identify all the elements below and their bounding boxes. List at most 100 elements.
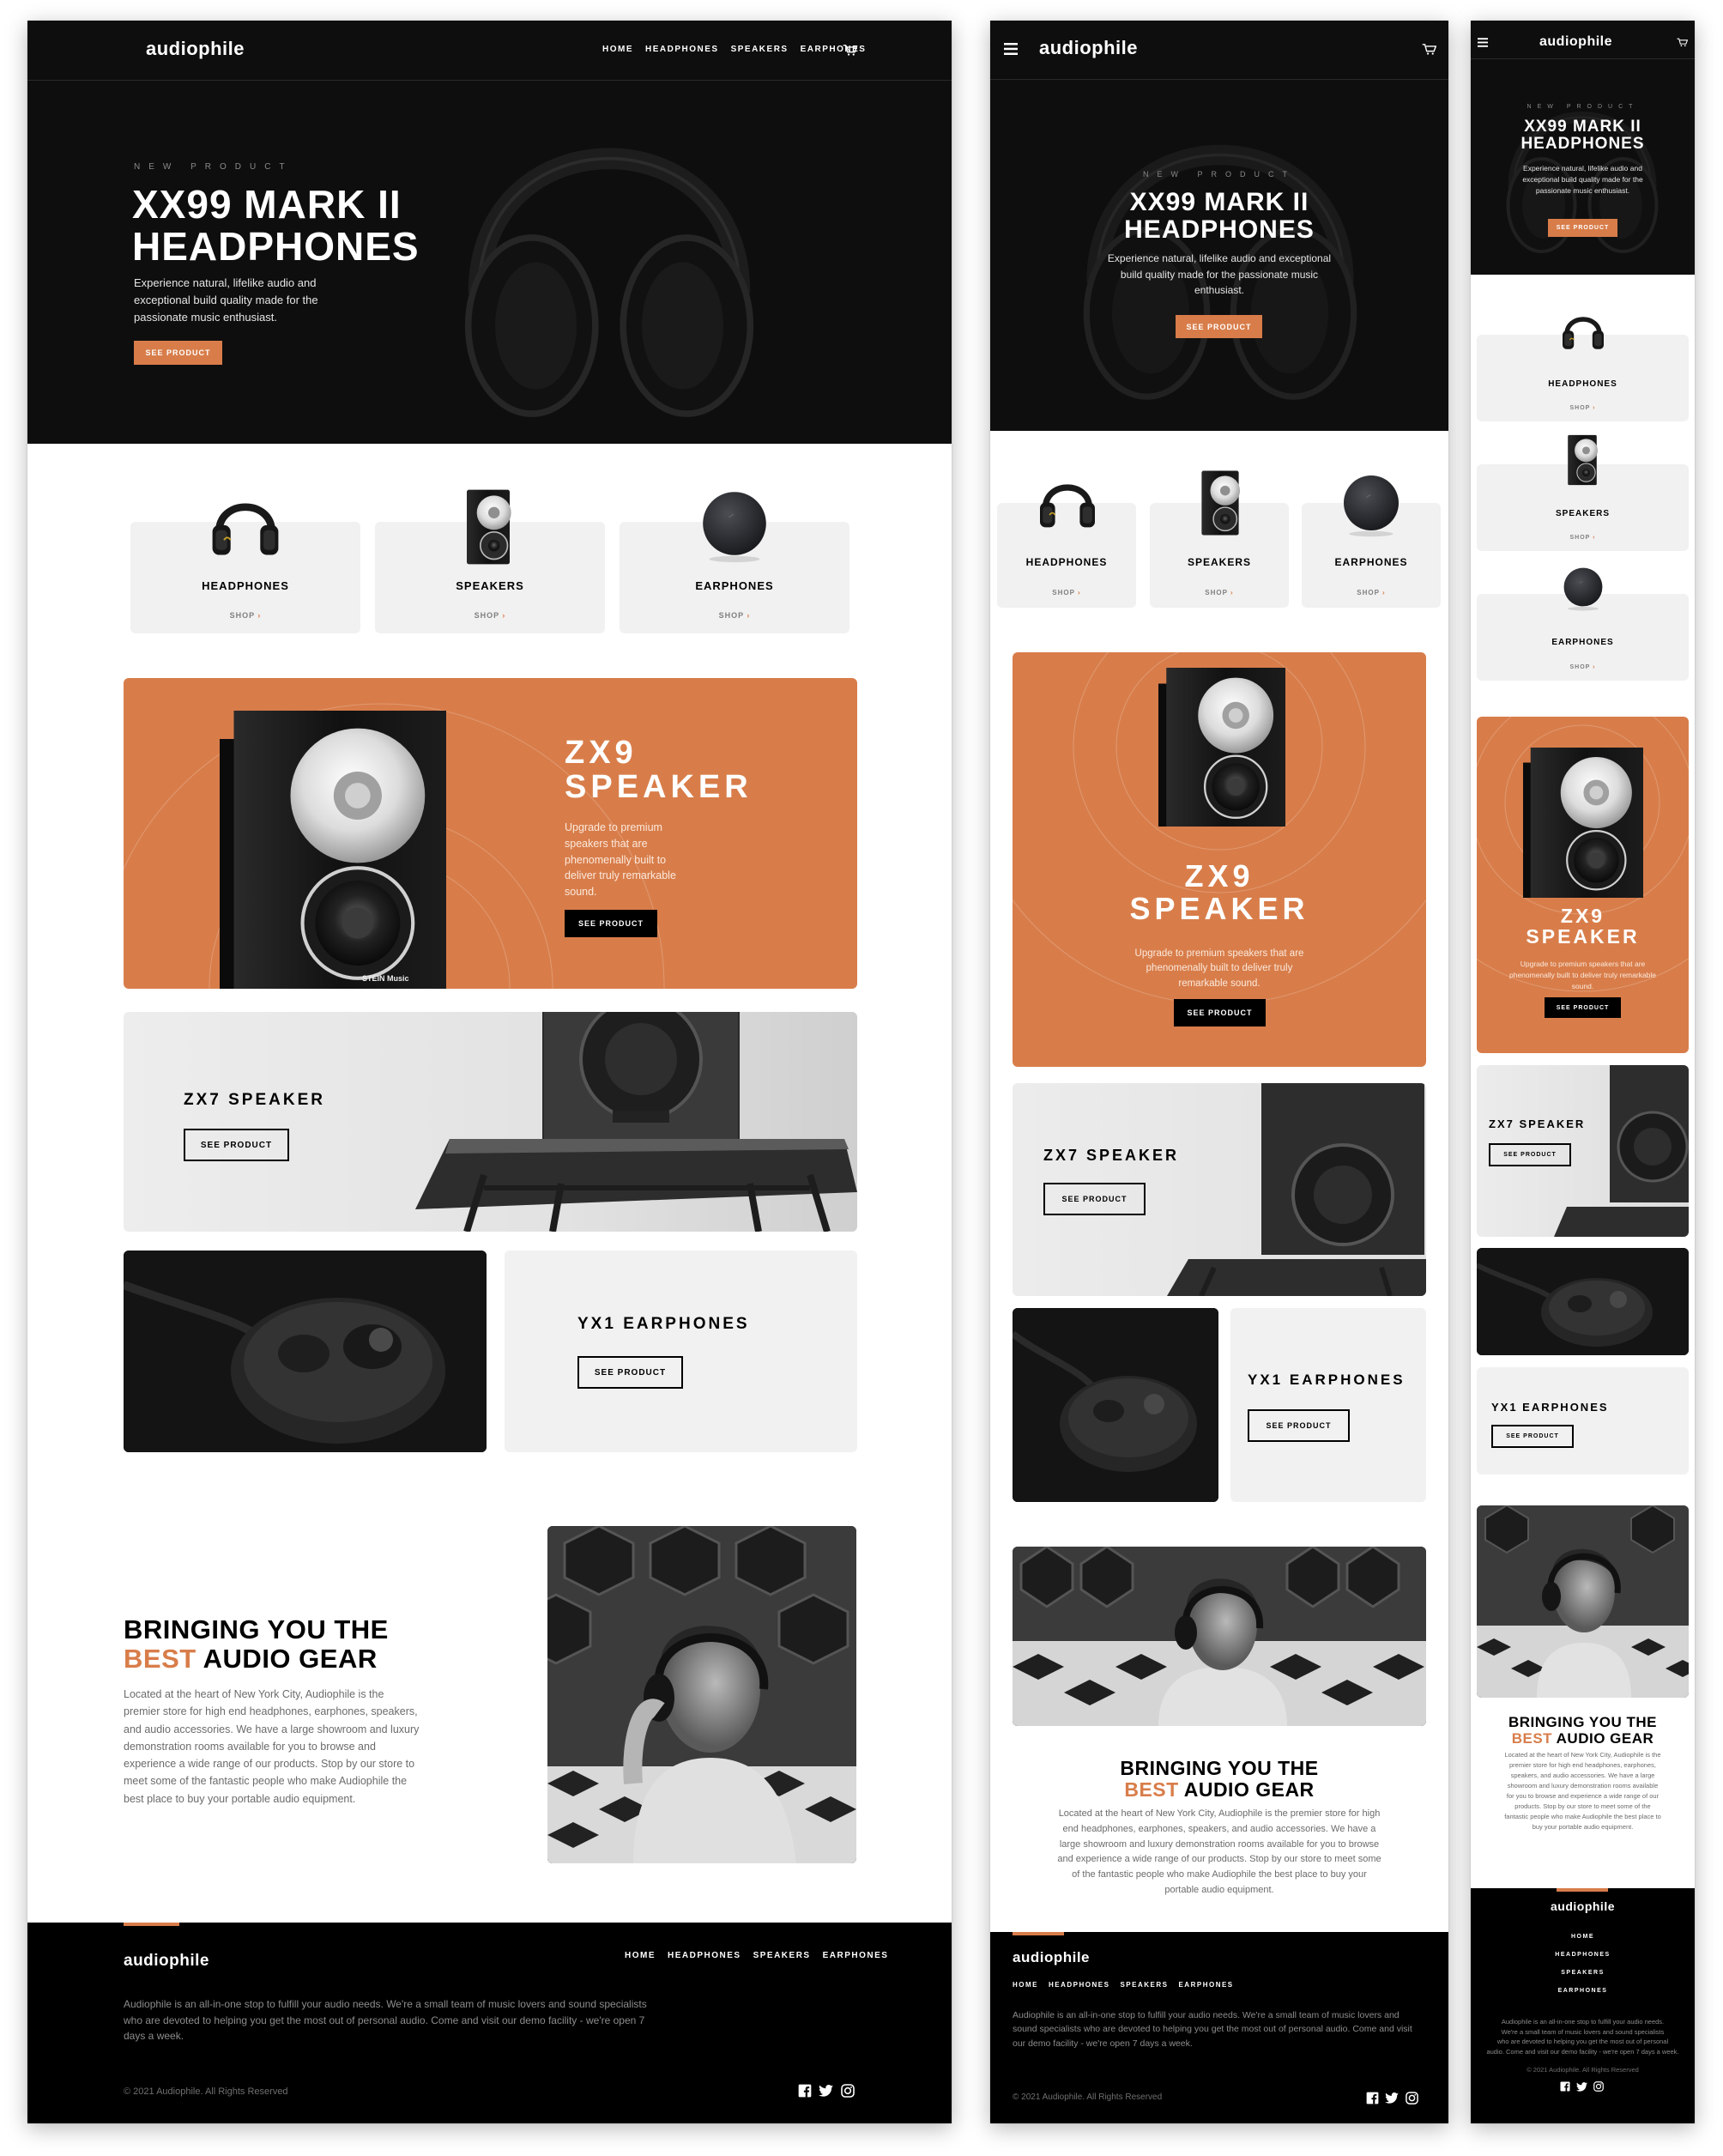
hamburger-menu-icon[interactable] bbox=[1478, 38, 1488, 47]
twitter-icon[interactable] bbox=[819, 2085, 833, 2097]
hero-see-product-button[interactable]: SEE PRODUCT bbox=[1176, 315, 1262, 338]
category-shop-link-headphones[interactable]: SHOP › bbox=[997, 589, 1136, 597]
footer-accent-bar bbox=[124, 1923, 179, 1926]
footer-copyright: © 2021 Audiophile. All Rights Reserved bbox=[1013, 2092, 1163, 2102]
footer-nav-speakers[interactable]: SPEAKERS bbox=[1471, 1964, 1695, 1982]
hero-section: audiophile HOME HEADPHONES SPEAKERS EARP… bbox=[27, 21, 952, 444]
footer-nav-speakers[interactable]: SPEAKERS bbox=[1120, 1981, 1168, 1989]
footer-nav-earphones[interactable]: EARPHONES bbox=[1471, 1982, 1695, 2000]
chevron-right-icon: › bbox=[747, 611, 751, 620]
hero-headphones-image bbox=[446, 72, 772, 433]
zx9-see-product-button[interactable]: SEE PRODUCT bbox=[565, 910, 657, 937]
cart-icon[interactable] bbox=[843, 44, 857, 57]
chevron-right-icon: › bbox=[1382, 589, 1386, 597]
zx9-description: Upgrade to premium speakers that are phen… bbox=[1508, 960, 1657, 990]
zx9-see-product-button[interactable]: SEE PRODUCT bbox=[1545, 997, 1621, 1018]
category-shop-link-earphones[interactable]: SHOP › bbox=[1477, 664, 1689, 670]
yx1-see-product-button[interactable]: SEE PRODUCT bbox=[1248, 1409, 1350, 1442]
zx7-card: ZX7 SPEAKER SEE PRODUCT bbox=[1477, 1065, 1689, 1237]
facebook-icon[interactable] bbox=[1560, 2081, 1570, 2092]
nav-speakers[interactable]: SPEAKERS bbox=[731, 45, 789, 54]
zx9-speaker-image bbox=[1158, 668, 1285, 827]
chevron-right-icon: › bbox=[1078, 589, 1081, 597]
hero-overline: NEW PRODUCT bbox=[1143, 170, 1296, 179]
zx7-speaker-image bbox=[415, 1012, 857, 1232]
logo[interactable]: audiophile bbox=[1039, 37, 1138, 59]
earphone-case-image bbox=[124, 1251, 487, 1452]
yx1-card: YX1 EARPHONES SEE PRODUCT bbox=[505, 1251, 857, 1452]
category-label-speakers: SPEAKERS bbox=[1187, 556, 1252, 568]
chevron-right-icon: › bbox=[1230, 589, 1234, 597]
category-label-headphones: HEADPHONES bbox=[1548, 379, 1617, 389]
category-label-earphones: EARPHONES bbox=[1551, 638, 1614, 647]
footer-nav: HOME HEADPHONES SPEAKERS EARPHONES bbox=[1471, 1928, 1695, 2000]
hero-section: audiophile NEW PRODUCT XX99 MARK II HEADP… bbox=[1471, 21, 1695, 275]
hero-headphones-image bbox=[1066, 55, 1375, 433]
category-shop-link-earphones[interactable]: SHOP › bbox=[1302, 589, 1441, 597]
about-title: BRINGING YOU THE BEST AUDIO GEAR bbox=[1120, 1757, 1319, 1802]
about-description: Located at the heart of New York City, A… bbox=[1057, 1808, 1381, 1896]
hero-see-product-button[interactable]: SEE PRODUCT bbox=[1548, 219, 1617, 237]
twitter-icon[interactable] bbox=[1385, 2092, 1399, 2104]
zx7-title: ZX7 SPEAKER bbox=[184, 1091, 325, 1109]
footer-nav-headphones[interactable]: HEADPHONES bbox=[668, 1951, 741, 1960]
zx7-see-product-button[interactable]: SEE PRODUCT bbox=[1489, 1143, 1571, 1166]
earphone-case-image bbox=[1477, 1248, 1689, 1355]
category-headphones-image bbox=[1557, 304, 1609, 355]
footer-logo[interactable]: audiophile bbox=[1471, 1899, 1695, 1913]
zx9-see-product-button[interactable]: SEE PRODUCT bbox=[1174, 999, 1266, 1027]
category-label-speakers: SPEAKERS bbox=[1555, 509, 1610, 518]
footer-nav-earphones[interactable]: EARPHONES bbox=[823, 1951, 889, 1960]
nav-home[interactable]: HOME bbox=[602, 45, 633, 54]
footer-logo[interactable]: audiophile bbox=[124, 1952, 209, 1971]
category-shop-link-speakers[interactable]: SHOP › bbox=[1150, 589, 1289, 597]
yx1-title: YX1 EARPHONES bbox=[577, 1315, 750, 1333]
footer-nav-home[interactable]: HOME bbox=[1013, 1981, 1038, 1989]
yx1-see-product-button[interactable]: SEE PRODUCT bbox=[1491, 1425, 1574, 1448]
category-shop-link-headphones[interactable]: SHOP › bbox=[130, 611, 360, 620]
hero-title: XX99 MARK II HEADPHONES bbox=[1520, 118, 1645, 154]
zx7-see-product-button[interactable]: SEE PRODUCT bbox=[1043, 1183, 1146, 1215]
category-shop-link-earphones[interactable]: SHOP › bbox=[620, 611, 849, 620]
category-shop-link-headphones[interactable]: SHOP › bbox=[1477, 405, 1689, 411]
logo[interactable]: audiophile bbox=[1539, 34, 1612, 50]
about-description: Located at the heart of New York City, A… bbox=[124, 1688, 420, 1805]
instagram-icon[interactable] bbox=[1406, 2092, 1418, 2105]
cart-icon[interactable] bbox=[1422, 43, 1436, 56]
footer-nav-headphones[interactable]: HEADPHONES bbox=[1049, 1981, 1109, 1989]
facebook-icon[interactable] bbox=[798, 2084, 812, 2098]
cart-icon[interactable] bbox=[1677, 38, 1688, 47]
hero-section: audiophile NEW PRODUCT XX99 MARK II HEADP… bbox=[990, 21, 1448, 431]
hero-see-product-button[interactable]: SEE PRODUCT bbox=[134, 341, 222, 365]
hero-overline: NEW PRODUCT bbox=[134, 162, 293, 172]
logo[interactable]: audiophile bbox=[146, 38, 245, 60]
instagram-icon[interactable] bbox=[841, 2084, 855, 2098]
footer-nav-headphones[interactable]: HEADPHONES bbox=[1471, 1946, 1695, 1964]
footer-description: Audiophile is an all-in-one stop to fulf… bbox=[1013, 2010, 1412, 2049]
hamburger-menu-icon[interactable] bbox=[1004, 43, 1018, 55]
nav-headphones[interactable]: HEADPHONES bbox=[645, 45, 719, 54]
footer-nav-earphones[interactable]: EARPHONES bbox=[1178, 1981, 1233, 1989]
zx7-speaker-image bbox=[1554, 1065, 1689, 1237]
instagram-icon[interactable] bbox=[1593, 2081, 1604, 2092]
about-photo bbox=[1013, 1547, 1426, 1726]
footer-nav-home[interactable]: HOME bbox=[1471, 1928, 1695, 1946]
footer-copyright: © 2021 Audiophile. All Rights Reserved bbox=[124, 2086, 288, 2097]
hero-title: XX99 MARK II HEADPHONES bbox=[132, 182, 420, 269]
twitter-icon[interactable] bbox=[1576, 2082, 1587, 2092]
category-speakers-image bbox=[1558, 431, 1606, 489]
footer-nav-speakers[interactable]: SPEAKERS bbox=[753, 1951, 811, 1960]
category-label-earphones: EARPHONES bbox=[1334, 556, 1408, 568]
category-shop-link-speakers[interactable]: SHOP › bbox=[375, 611, 605, 620]
chevron-right-icon: › bbox=[1593, 535, 1596, 541]
zx7-title: ZX7 SPEAKER bbox=[1489, 1117, 1586, 1130]
facebook-icon[interactable] bbox=[1366, 2092, 1379, 2105]
category-headphones-image bbox=[204, 482, 287, 565]
category-label-earphones: EARPHONES bbox=[695, 579, 774, 592]
category-shop-link-speakers[interactable]: SHOP › bbox=[1477, 535, 1689, 541]
footer-logo[interactable]: audiophile bbox=[1013, 1949, 1090, 1966]
footer-nav-home[interactable]: HOME bbox=[625, 1951, 656, 1960]
category-label-speakers: SPEAKERS bbox=[456, 579, 524, 592]
zx7-see-product-button[interactable]: SEE PRODUCT bbox=[184, 1129, 289, 1161]
yx1-see-product-button[interactable]: SEE PRODUCT bbox=[577, 1356, 683, 1389]
